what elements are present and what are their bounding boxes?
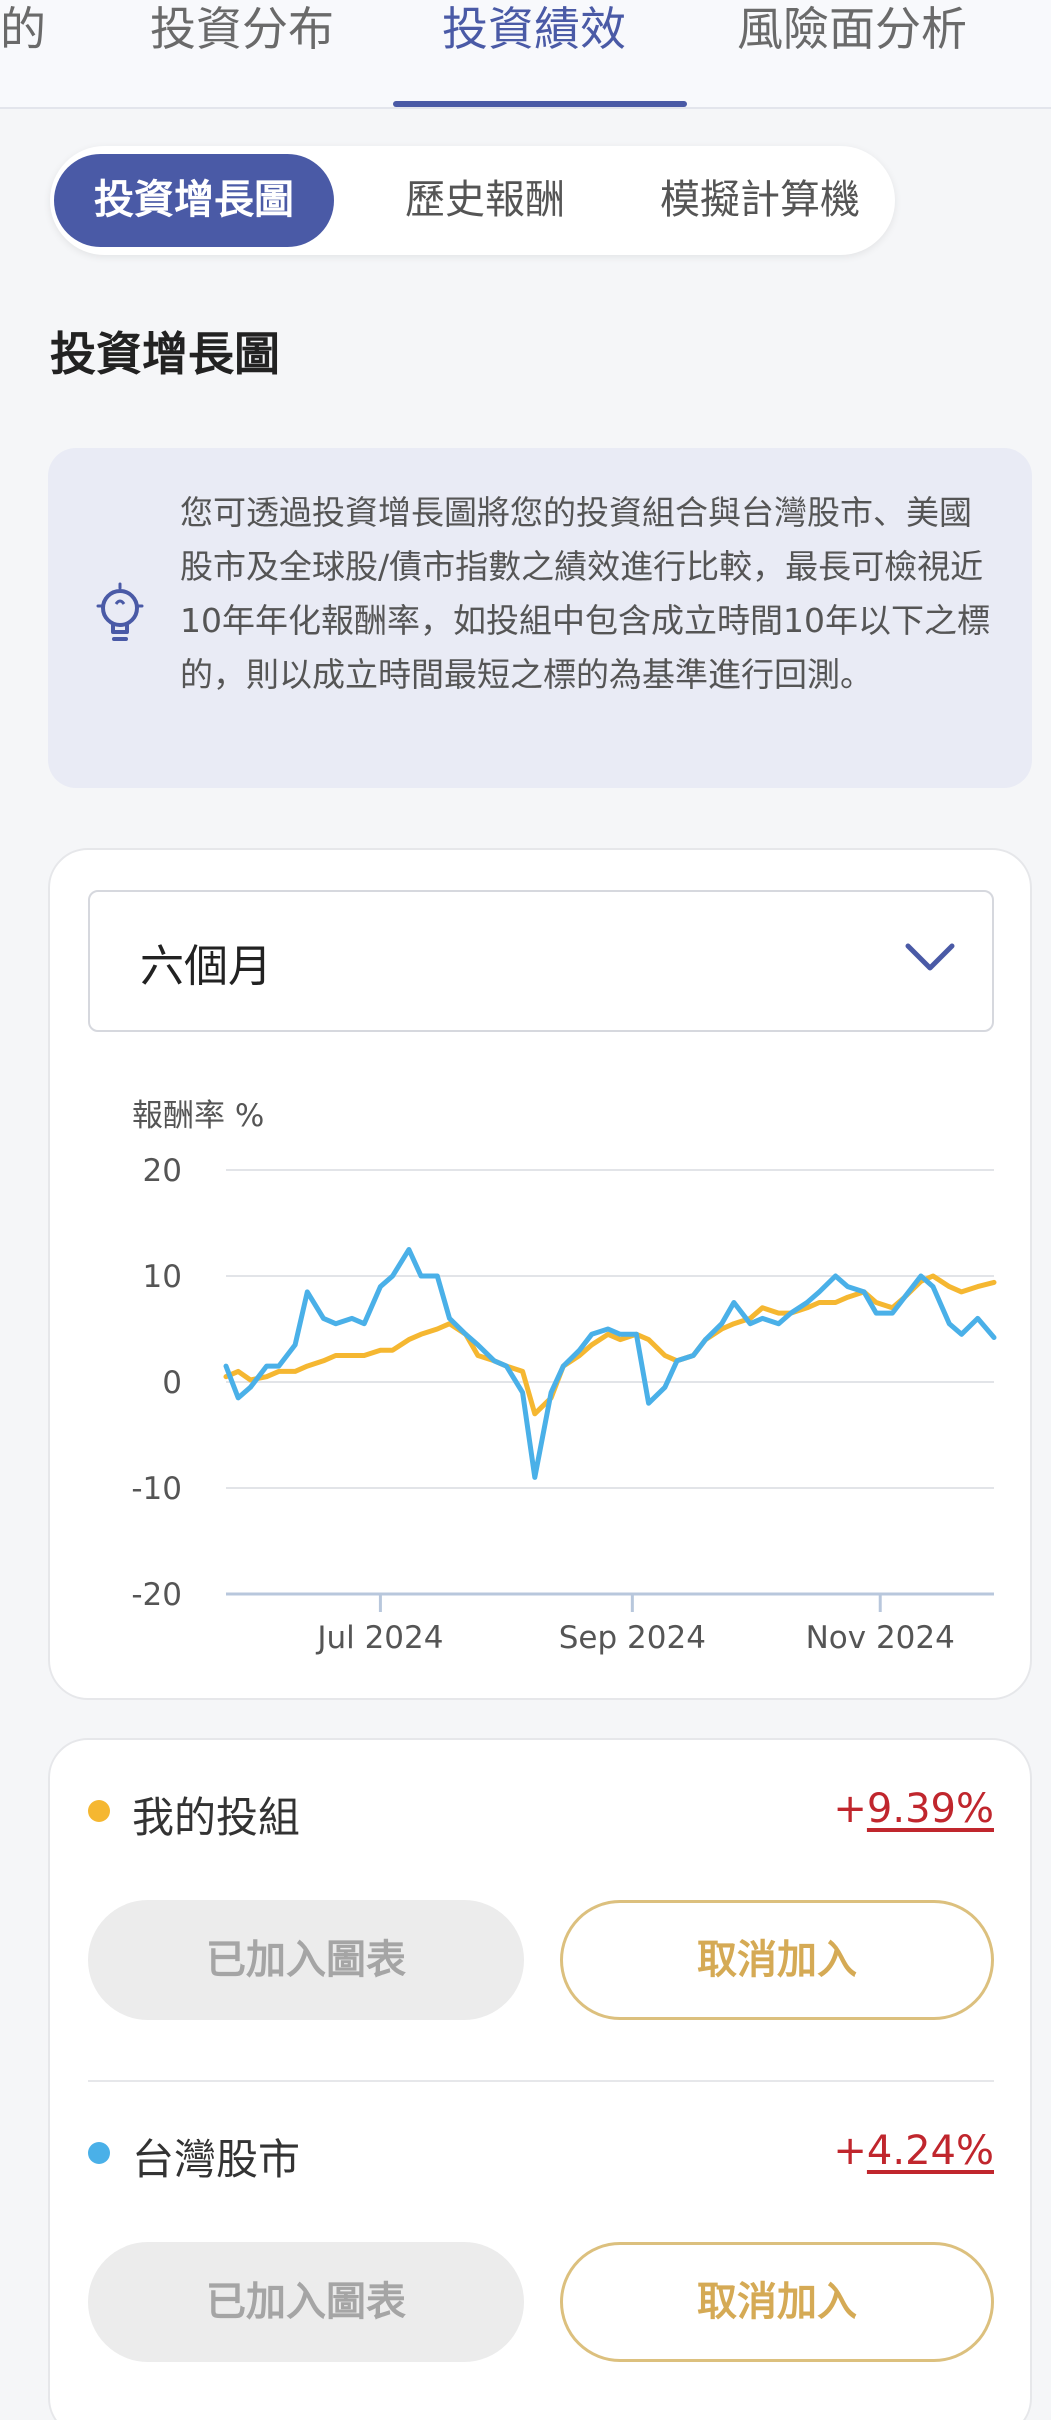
x-tick-label: Jul 2024: [315, 1620, 443, 1656]
y-tick-label: 0: [162, 1365, 182, 1401]
y-axis-label: 報酬率 %: [132, 1098, 264, 1134]
series-name: 我的投組: [132, 1793, 301, 1842]
cancel-add-button[interactable]: 取消加入: [560, 2242, 994, 2362]
top-tab-bar: 的 投資分布 投資績效 風險面分析: [0, 0, 1051, 109]
y-tick-label: -10: [131, 1471, 182, 1507]
x-tick-label: Sep 2024: [559, 1620, 706, 1656]
growth-line-chart: 報酬率 % 20 10 0 -10 -20 Jul 2024 Sep 2024 Nov 2024: [131, 1098, 997, 1656]
series-return[interactable]: +9.39%: [833, 1786, 994, 1832]
comparison-list-card: 我的投組 +9.39% 已加入圖表 取消加入 台灣股市 +4.24% 已加入圖表…: [48, 1738, 1032, 2420]
tab-partial[interactable]: 的: [0, 0, 46, 62]
segment-historical-return[interactable]: 歷史報酬: [350, 154, 620, 247]
list-item: 台灣股市 +4.24%: [88, 2126, 994, 2186]
added-to-chart-button[interactable]: 已加入圖表: [88, 2242, 524, 2362]
info-text: 您可透過投資增長圖將您的投資組合與台灣股市、美國股市及全球股/債市指數之績效進行…: [180, 493, 990, 694]
tab-risk-analysis[interactable]: 風險面分析: [737, 0, 967, 62]
x-tick-label: Nov 2024: [806, 1620, 955, 1656]
y-tick-label: 20: [143, 1153, 182, 1189]
view-segmented-control: 投資增長圖 歷史報酬 模擬計算機: [50, 146, 895, 255]
growth-chart-card: 六個月 報酬率 % 20 10 0 -10 -20 Jul 2024 Sep 2024 Nov …: [48, 848, 1032, 1700]
cancel-add-button[interactable]: 取消加入: [560, 1900, 994, 2020]
legend-dot: [88, 1800, 110, 1822]
series-name: 台灣股市: [132, 2135, 301, 2184]
tab-investment-performance[interactable]: 投資績效: [442, 0, 626, 62]
tab-investment-distribution[interactable]: 投資分布: [150, 0, 334, 62]
series-line-my-portfolio: [223, 1273, 997, 1417]
list-item: 我的投組 +9.39%: [88, 1784, 994, 1844]
return-sign: +: [833, 2128, 867, 2174]
series-return[interactable]: +4.24%: [833, 2128, 994, 2174]
divider: [88, 2080, 994, 2082]
return-sign: +: [833, 1786, 867, 1832]
y-tick-label: 10: [143, 1259, 182, 1295]
return-value: 4.24%: [866, 2128, 994, 2174]
y-tick-label: -20: [131, 1577, 182, 1613]
info-box: 您可透過投資增長圖將您的投資組合與台灣股市、美國股市及全球股/債市指數之績效進行…: [48, 448, 1032, 788]
section-title: 投資增長圖: [50, 327, 280, 381]
segment-growth-chart[interactable]: 投資增長圖: [54, 154, 334, 247]
return-value: 9.39%: [866, 1786, 994, 1832]
segment-simulator[interactable]: 模擬計算機: [630, 154, 890, 247]
legend-dot: [88, 2142, 110, 2164]
series-line-taiwan-stock-market: [223, 1247, 997, 1480]
lightbulb-icon: [96, 582, 144, 641]
active-tab-indicator: [393, 101, 687, 107]
added-to-chart-button[interactable]: 已加入圖表: [88, 1900, 524, 2020]
